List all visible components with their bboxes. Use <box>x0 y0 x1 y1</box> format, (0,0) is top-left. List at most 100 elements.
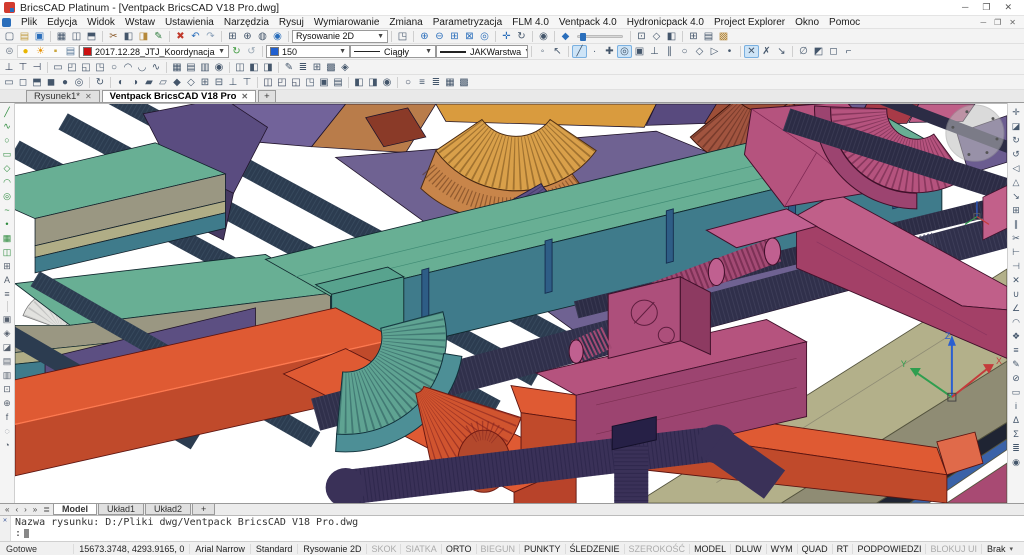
point-icon[interactable]: • <box>0 217 14 231</box>
hyperlink-icon[interactable]: ⊕ <box>0 396 14 410</box>
snap-tracking-icon[interactable]: ⌐ <box>841 45 856 58</box>
hp-label-pipe-icon[interactable]: ◫ <box>261 76 275 89</box>
zoom-window-icon[interactable]: ⊞ <box>447 30 462 43</box>
command-line-panel[interactable]: ✕ Nazwa rysunku: D:/Pliki dwg/Ventpack B… <box>0 515 1024 541</box>
wipeout-icon[interactable]: ◌ <box>0 424 14 438</box>
undo-icon[interactable]: ↶ <box>188 30 203 43</box>
snap-track-point-icon[interactable]: ◦ <box>535 45 550 58</box>
orbit-icon[interactable]: ↻ <box>514 30 529 43</box>
lengthen-icon[interactable]: ⊣ <box>1009 259 1023 273</box>
menu-ventpack-4-0[interactable]: Ventpack 4.0 <box>554 17 622 28</box>
text-icon[interactable]: A <box>0 273 14 287</box>
regen-3d-icon[interactable]: ◉ <box>1009 455 1023 469</box>
menu-narz-dzia[interactable]: Narzędzia <box>219 17 274 28</box>
subtract-icon[interactable]: ◎ <box>72 76 86 89</box>
pedit-icon[interactable]: ▭ <box>1009 385 1023 399</box>
layer-on-off-icon[interactable]: ● <box>18 45 33 58</box>
color-combo[interactable]: 150▼ <box>266 45 350 58</box>
doc-close-button[interactable]: ✕ <box>1009 18 1016 27</box>
new-layout-button[interactable]: + <box>192 504 215 515</box>
paste-icon[interactable]: ◨ <box>136 30 151 43</box>
rotate-3d-icon[interactable]: ↺ <box>1009 147 1023 161</box>
ellipse-icon[interactable]: ◎ <box>0 189 14 203</box>
status-toggle-wym[interactable]: WYM <box>766 544 797 554</box>
hp-insulation-icon[interactable]: ⊞ <box>198 76 212 89</box>
snap-insertion-icon[interactable]: ▣ <box>632 45 647 58</box>
vp-duct-section-icon[interactable]: ⊣ <box>30 61 44 74</box>
hp-catalog-icon[interactable]: ◨ <box>366 76 380 89</box>
maximize-button[interactable]: ❐ <box>982 2 990 13</box>
vp-silencer-icon[interactable]: ◨ <box>261 61 275 74</box>
match-properties-icon[interactable]: ✎ <box>151 30 166 43</box>
menu-project-explorer[interactable]: Project Explorer <box>709 17 790 28</box>
chamfer-icon[interactable]: ∠ <box>1009 301 1023 315</box>
menu-rysuj[interactable]: Rysuj <box>274 17 309 28</box>
fillet-icon[interactable]: ◠ <box>1009 315 1023 329</box>
text-style-field[interactable]: Standard <box>250 544 298 554</box>
hp-length-icon[interactable]: ◱ <box>289 76 303 89</box>
join-icon[interactable]: ∪ <box>1009 287 1023 301</box>
drawing-viewport[interactable]: Z Y X <box>15 103 1007 503</box>
menu-ustawienia[interactable]: Ustawienia <box>160 17 219 28</box>
ole-object-icon[interactable]: ⊡ <box>0 382 14 396</box>
snap-none-icon[interactable]: ∅ <box>796 45 811 58</box>
hp-pipe-tee-icon[interactable]: ▰ <box>142 76 156 89</box>
font-name-field[interactable]: Arial Narrow <box>189 544 250 554</box>
cut-icon[interactable]: ✂ <box>106 30 121 43</box>
list-icon[interactable]: i <box>1009 399 1023 413</box>
attach-pdf-icon[interactable]: ▥ <box>0 368 14 382</box>
attach-xref-icon[interactable]: ◪ <box>0 340 14 354</box>
look-from-icon[interactable]: ◉ <box>536 30 551 43</box>
attach-image-icon[interactable]: ▤ <box>0 354 14 368</box>
status-toggle-model[interactable]: MODEL <box>689 544 730 554</box>
snap-parallel-icon[interactable]: ∥ <box>662 45 677 58</box>
redo-icon[interactable]: ↷ <box>203 30 218 43</box>
vp-duct-vertical-icon[interactable]: ⊤ <box>16 61 30 74</box>
vp-diffuser-icon[interactable]: ▦ <box>170 61 184 74</box>
menu-okno[interactable]: Okno <box>790 17 824 28</box>
command-panel-close-icon[interactable]: ✕ <box>0 516 11 541</box>
navigation-sphere[interactable] <box>946 105 1004 161</box>
snap-extension-icon[interactable]: ↘ <box>774 45 789 58</box>
vp-damper-icon[interactable]: ◫ <box>233 61 247 74</box>
open-icon[interactable]: ▤ <box>17 30 32 43</box>
stretch-icon[interactable]: ↘ <box>1009 189 1023 203</box>
snap-intersection-icon[interactable]: ✕ <box>744 45 759 58</box>
tab-close-icon[interactable]: ✕ <box>85 92 92 101</box>
rotate-icon[interactable]: ↻ <box>1009 133 1023 147</box>
render-quality-icon[interactable]: ◆ <box>558 30 573 43</box>
arc-icon[interactable]: ◠ <box>0 175 14 189</box>
explode-icon[interactable]: ❖ <box>1009 329 1023 343</box>
layout-nav-icon-1[interactable]: ‹ <box>12 505 21 514</box>
print-preview-icon[interactable]: ◫ <box>69 30 84 43</box>
properties-icon[interactable]: ≣ <box>1009 441 1023 455</box>
snap-apparent-intersection-icon[interactable]: ✗ <box>759 45 774 58</box>
revision-cloud-icon[interactable]: ◔ <box>0 438 14 452</box>
layer-freeze-icon[interactable]: ☀ <box>33 45 48 58</box>
zoom-previous-icon[interactable]: ◎ <box>477 30 492 43</box>
box-3d-icon[interactable]: ▭ <box>2 76 16 89</box>
copy-icon[interactable]: ◧ <box>121 30 136 43</box>
polygon-icon[interactable]: ◇ <box>0 161 14 175</box>
publish-icon[interactable]: ⬒ <box>84 30 99 43</box>
snap-node-icon[interactable]: ✚ <box>602 45 617 58</box>
menu-parametryzacja[interactable]: Parametryzacja <box>428 17 507 28</box>
vp-bom-table-icon[interactable]: ≣ <box>296 61 310 74</box>
new-sheet-icon[interactable]: ▤ <box>701 30 716 43</box>
union-icon[interactable]: ● <box>58 76 72 89</box>
wedge-3d-icon[interactable]: ◻ <box>16 76 30 89</box>
menu-edycja[interactable]: Edycja <box>42 17 82 28</box>
lineweight-combo[interactable]: JAKWarstwa▼ <box>436 45 528 58</box>
extend-icon[interactable]: ⊢ <box>1009 245 1023 259</box>
status-toggle-orto[interactable]: ORTO <box>441 544 476 554</box>
align-icon[interactable]: ≡ <box>1009 343 1023 357</box>
zoom-extents-icon[interactable]: ⊠ <box>462 30 477 43</box>
vp-settings-icon[interactable]: ◈ <box>338 61 352 74</box>
layer-previous-icon[interactable]: ↺ <box>244 45 259 58</box>
layer-combo[interactable]: 2017.12.28_JTJ_Koordynacja▼ <box>79 45 229 58</box>
hp-materials-icon[interactable]: ◧ <box>352 76 366 89</box>
regen-icon[interactable]: ◳ <box>395 30 410 43</box>
delete-icon[interactable]: ✖ <box>173 30 188 43</box>
workspace-combo[interactable]: Rysowanie 2D▼ <box>292 30 388 43</box>
hatch-icon[interactable]: ▦ <box>0 231 14 245</box>
